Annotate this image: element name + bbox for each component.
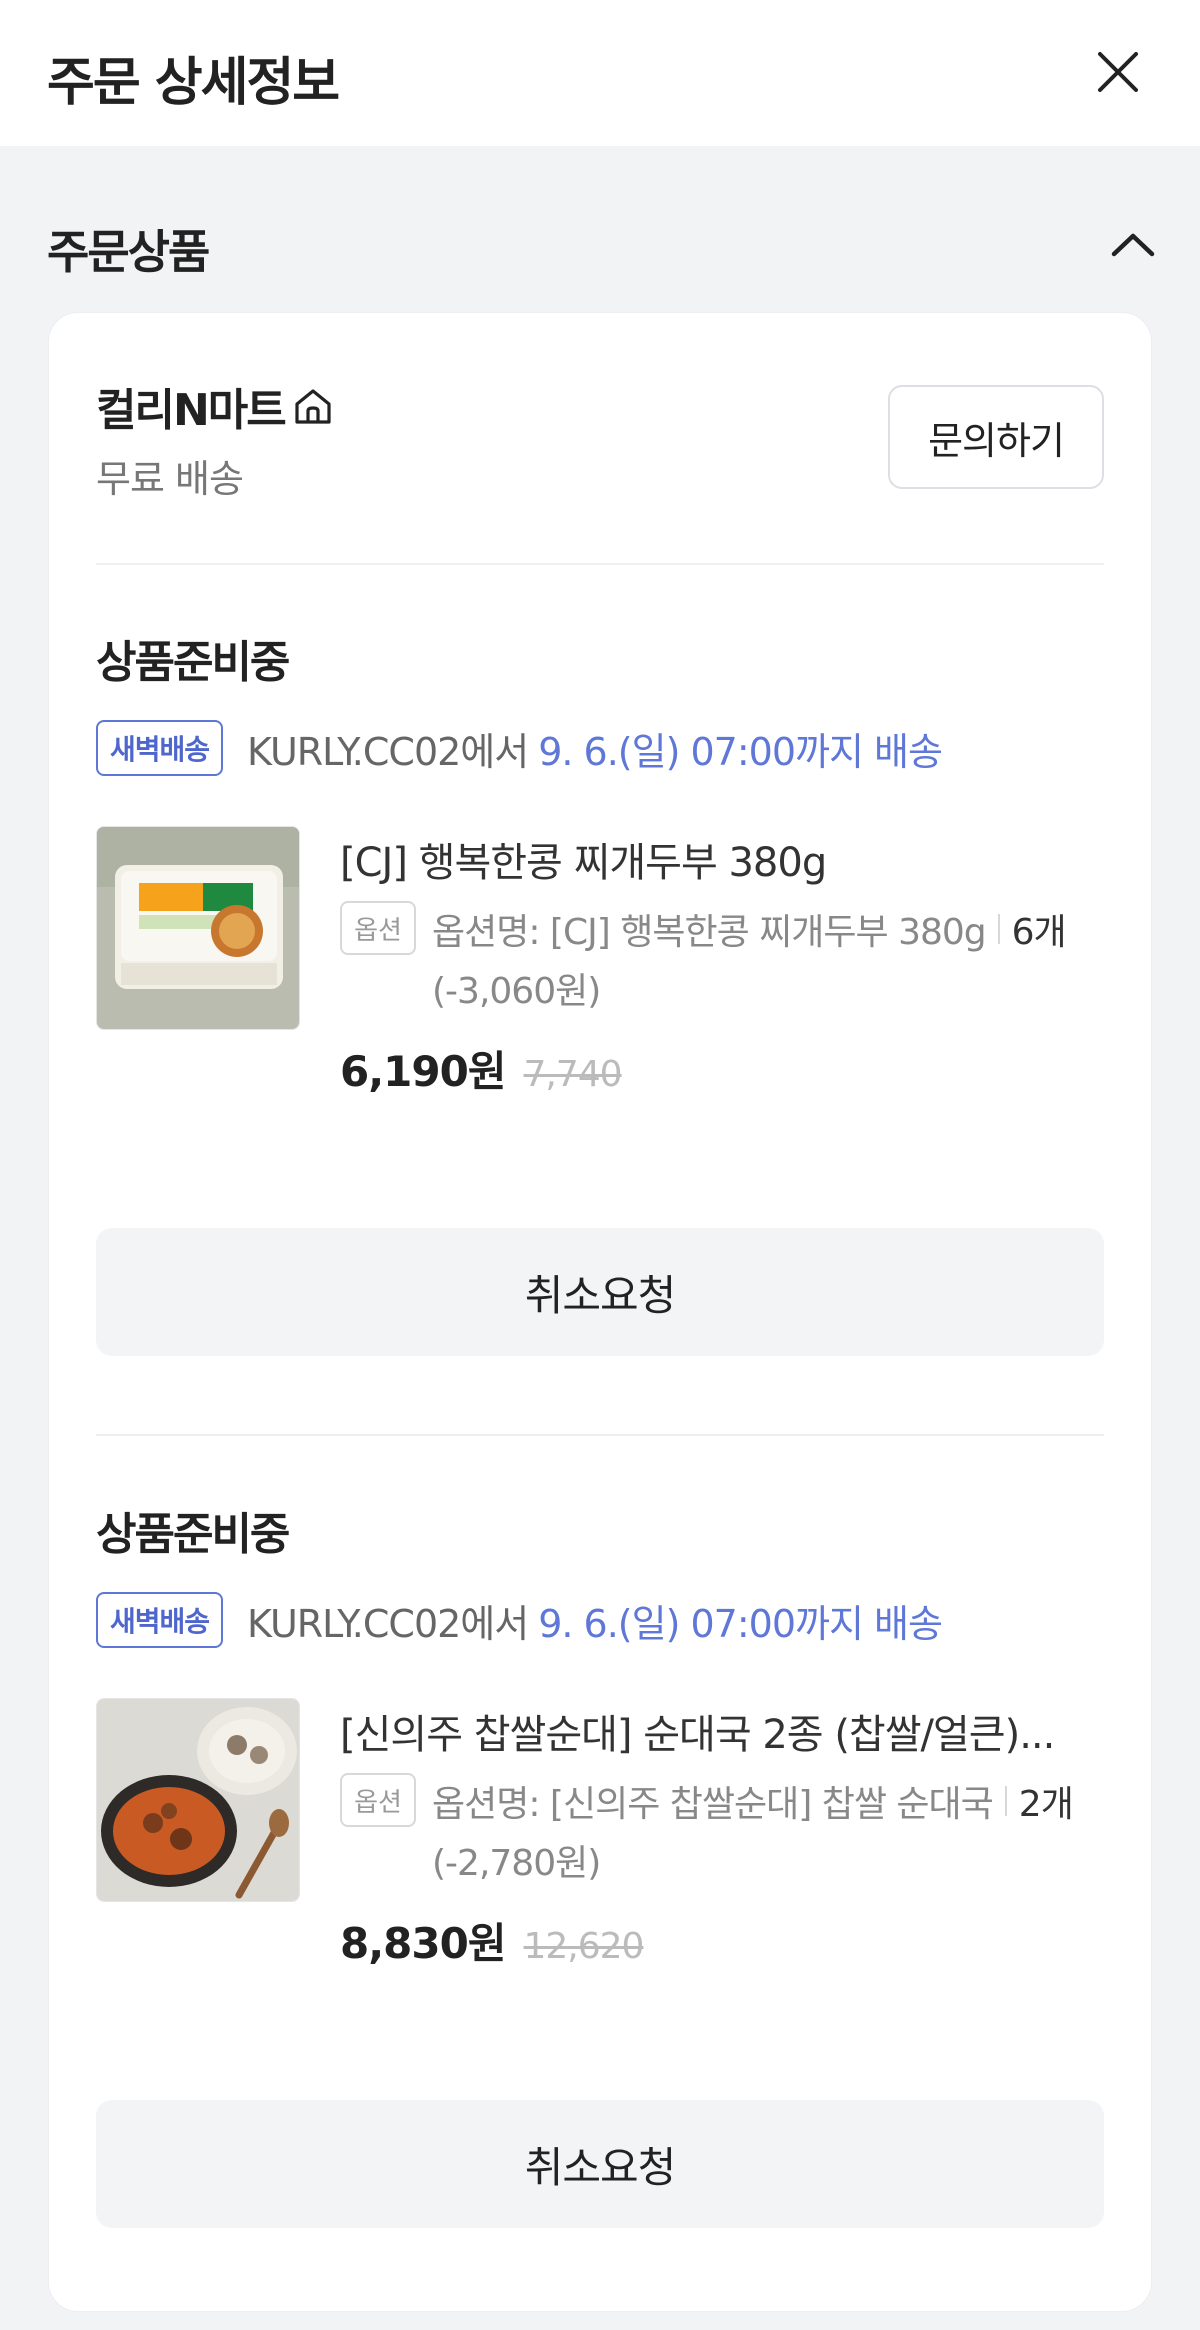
quantity: 2개 — [1018, 1784, 1074, 1825]
separator — [997, 914, 1000, 944]
option-badge: 옵션 — [340, 1773, 416, 1827]
product-name[interactable]: [신의주 찹쌀순대] 순대국 2종 (찹쌀/얼큰)... — [340, 1702, 1110, 1760]
shipping-note: 무료 배송 — [96, 457, 244, 501]
home-icon — [295, 389, 331, 424]
delivery-date: 9. 6.(일) 07:00까지 배송 — [538, 729, 943, 774]
header-bar: 주문 상세정보 — [0, 0, 1200, 146]
sale-price: 8,830원 — [340, 1919, 506, 1968]
inquiry-button[interactable]: 문의하기 — [888, 385, 1104, 489]
close-button[interactable] — [1090, 44, 1146, 100]
delivery-badge: 새벽배송 — [96, 1592, 224, 1648]
product-image[interactable] — [96, 826, 300, 1030]
price: 8,830원 12,620 — [340, 1910, 645, 1971]
item-status: 상품준비중 — [96, 637, 290, 688]
delivery-info: 새벽배송 KURLY.CC02에서 9. 6.(일) 07:00까지 배송 — [96, 1592, 943, 1648]
product-name[interactable]: [CJ] 행복한콩 찌개두부 380g — [340, 830, 1110, 888]
quantity: 6개 — [1011, 912, 1067, 953]
item-status: 상품준비중 — [96, 1509, 290, 1560]
cancel-request-button[interactable]: 취소요청 — [96, 2100, 1104, 2228]
option-line: 옵션명: [CJ] 행복한콩 찌개두부 380g 6개 — [432, 903, 1067, 955]
section-title: 주문상품 — [47, 225, 210, 279]
option-line: 옵션명: [신의주 찹쌀순대] 찹쌀 순대국 2개 — [432, 1775, 1074, 1827]
option-discount: (-2,780원) — [432, 1843, 601, 1884]
close-icon — [1098, 52, 1138, 92]
option-name: 옵션명: [신의주 찹쌀순대] 찹쌀 순대국 — [432, 1784, 994, 1825]
sundae-soup-image — [97, 1699, 299, 1901]
separator — [1004, 1786, 1007, 1816]
delivery-date: 9. 6.(일) 07:00까지 배송 — [538, 1601, 943, 1646]
delivery-from: KURLY.CC02에서 — [247, 1601, 529, 1646]
page-title: 주문 상세정보 — [47, 53, 340, 113]
cancel-request-button[interactable]: 취소요청 — [96, 1228, 1104, 1356]
collapse-button[interactable] — [1108, 224, 1158, 264]
divider — [96, 1434, 1104, 1436]
option-name: 옵션명: [CJ] 행복한콩 찌개두부 380g — [432, 912, 987, 953]
delivery-info: 새벽배송 KURLY.CC02에서 9. 6.(일) 07:00까지 배송 — [96, 720, 943, 776]
tofu-package-image — [97, 827, 299, 1029]
divider — [96, 563, 1104, 565]
price: 6,190원 7,740 — [340, 1038, 623, 1099]
delivery-from: KURLY.CC02에서 — [247, 729, 529, 774]
seller-name[interactable]: 컬리N마트 — [96, 374, 335, 438]
original-price: 12,620 — [523, 1926, 645, 1967]
chevron-up-icon — [1111, 233, 1155, 257]
option-discount: (-3,060원) — [432, 971, 601, 1012]
sale-price: 6,190원 — [340, 1047, 506, 1096]
original-price: 7,740 — [523, 1054, 623, 1095]
product-image[interactable] — [96, 1698, 300, 1902]
option-badge: 옵션 — [340, 901, 416, 955]
seller-name-label: 컬리N마트 — [96, 385, 287, 436]
delivery-badge: 새벽배송 — [96, 720, 224, 776]
